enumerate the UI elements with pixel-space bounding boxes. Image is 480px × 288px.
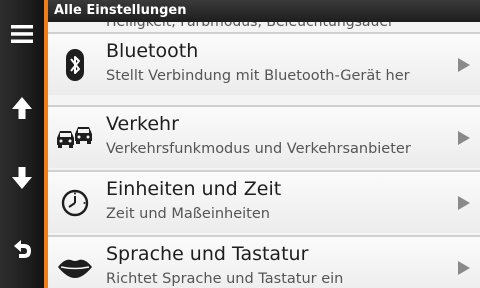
list-item-subtitle: Stellt Verbindung mit Bluetooth-Gerät he…: [106, 68, 410, 84]
list-item-title: Einheiten und Zeit: [106, 178, 282, 200]
list-item-subtitle: Verkehrsfunkmodus und Verkehrsanbieter: [106, 141, 411, 157]
menu-icon: [11, 25, 33, 43]
list-item-subtitle: Richtet Sprache und Tastatur ein: [106, 271, 344, 287]
settings-screen: Alle Einstellungen Helligkeit, Farbmodus…: [0, 0, 480, 288]
arrow-up-icon: [12, 97, 32, 119]
list-item-verkehr[interactable]: Verkehr Verkehrsfunkmodus und Verkehrsan…: [48, 105, 480, 168]
sidebar: [0, 0, 44, 288]
arrow-down-icon: [12, 167, 32, 189]
list-item-sprache-tastatur[interactable]: Sprache und Tastatur Richtet Sprache und…: [48, 235, 480, 288]
scroll-down-button[interactable]: [0, 158, 44, 198]
bluetooth-icon: [54, 47, 96, 83]
menu-button[interactable]: [0, 14, 44, 54]
list-item-partial[interactable]: Helligkeit, Farbmodus, Beleuchtungsauer: [48, 22, 480, 32]
list-item-title: Sprache und Tastatur: [106, 243, 309, 265]
back-button[interactable]: [0, 230, 44, 270]
scroll-up-button[interactable]: [0, 88, 44, 128]
chevron-right-icon: [458, 58, 470, 72]
back-icon: [14, 240, 31, 258]
chevron-right-icon: [458, 261, 470, 275]
chevron-right-icon: [458, 196, 470, 210]
traffic-cars-icon: [54, 120, 96, 156]
list-item-title: Verkehr: [106, 113, 179, 135]
list-item-subtitle: Zeit und Maßeinheiten: [106, 206, 270, 222]
list-item-title: Bluetooth: [106, 40, 199, 62]
page-title: Alle Einstellungen: [48, 0, 480, 22]
lips-icon: [54, 250, 96, 286]
list-item-einheiten-zeit[interactable]: Einheiten und Zeit Zeit und Maßeinheiten: [48, 170, 480, 233]
list-item-subtitle: Helligkeit, Farbmodus, Beleuchtungsauer: [106, 22, 394, 30]
settings-list: Helligkeit, Farbmodus, Beleuchtungsauer …: [48, 22, 480, 288]
clock-icon: [54, 185, 96, 221]
chevron-right-icon: [458, 131, 470, 145]
list-item-bluetooth[interactable]: Bluetooth Stellt Verbindung mit Bluetoot…: [48, 32, 480, 95]
